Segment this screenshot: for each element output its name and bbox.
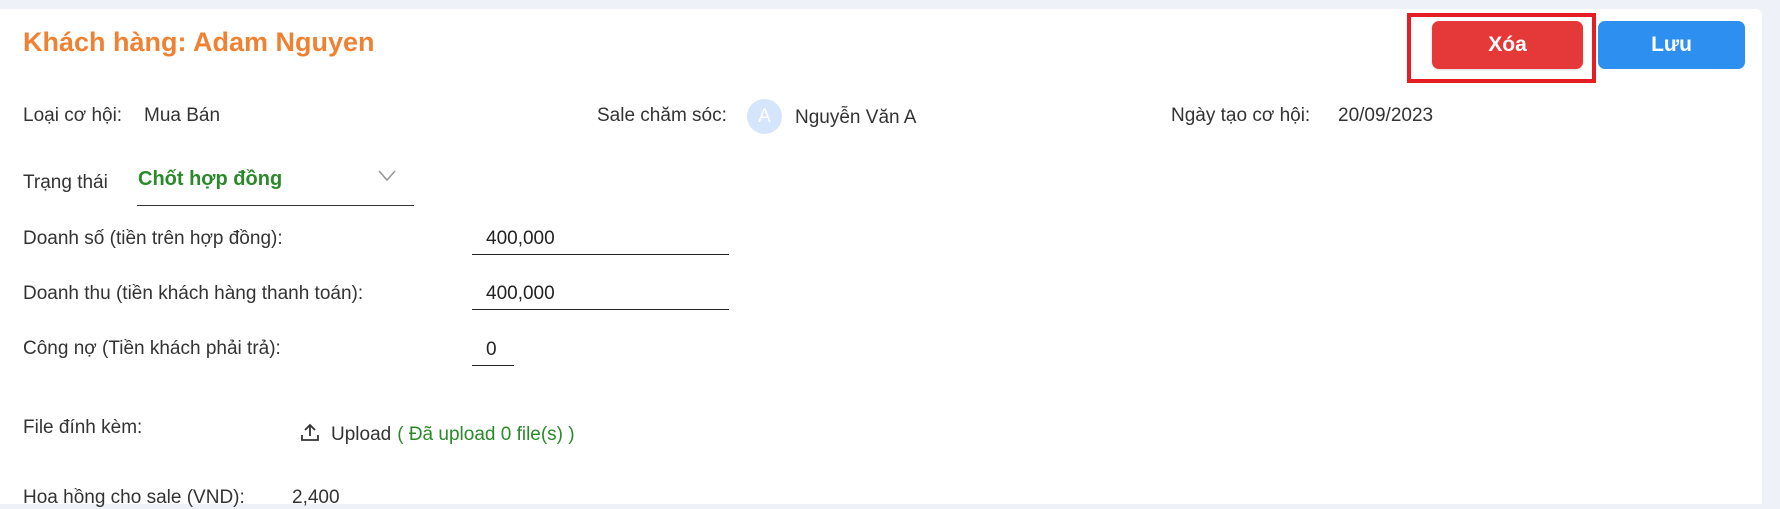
status-select[interactable]: Chốt hợp đồng: [137, 164, 414, 206]
delete-button[interactable]: Xóa: [1432, 21, 1583, 69]
debt-input[interactable]: [472, 334, 514, 366]
status-label: Trạng thái: [23, 172, 108, 193]
upload-label: Upload: [331, 423, 392, 445]
sales-input[interactable]: [472, 224, 729, 255]
opportunity-panel: [0, 9, 1762, 504]
sales-label: Doanh số (tiền trên hợp đồng):: [23, 228, 283, 249]
sale-name: Nguyễn Văn A: [795, 107, 917, 128]
upload-button[interactable]: Upload ( Đã upload 0 file(s) ): [300, 422, 575, 447]
page-title: Khách hàng: Adam Nguyen: [23, 27, 375, 57]
sale-label: Sale chăm sóc:: [597, 105, 727, 126]
debt-label: Công nợ (Tiền khách phải trả):: [23, 338, 281, 359]
revenue-label: Doanh thu (tiền khách hàng thanh toán):: [23, 283, 364, 304]
opportunity-type-label: Loại cơ hội:: [23, 105, 123, 126]
chevron-down-icon: [378, 169, 396, 187]
created-date-value: 20/09/2023: [1338, 105, 1434, 126]
created-date-label: Ngày tạo cơ hội:: [1171, 105, 1311, 126]
save-button[interactable]: Lưu: [1598, 21, 1745, 69]
attachment-label: File đính kèm:: [23, 417, 143, 438]
upload-count: ( Đã upload 0 file(s) ): [397, 423, 575, 445]
commission-label: Hoa hồng cho sale (VND):: [23, 487, 245, 508]
revenue-input[interactable]: [472, 279, 729, 310]
opportunity-type-value: Mua Bán: [144, 105, 221, 126]
commission-value: 2,400: [292, 487, 340, 508]
upload-icon: [300, 422, 320, 447]
status-value: Chốt hợp đồng: [138, 168, 283, 190]
avatar: A: [747, 99, 782, 134]
